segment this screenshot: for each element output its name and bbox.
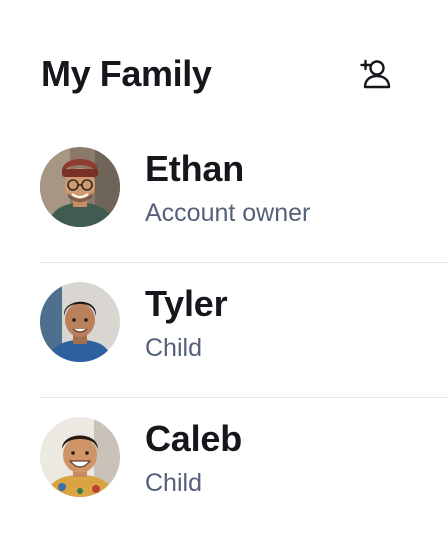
member-row-caleb[interactable]: Caleb Child (0, 398, 448, 533)
member-name: Ethan (145, 148, 245, 189)
avatar-tyler (40, 282, 120, 362)
avatar-ethan (40, 147, 120, 227)
family-member-list: Ethan Account owner Tyler Child Caleb Ch… (0, 128, 448, 533)
member-role: Account owner (145, 199, 311, 227)
avatar-caleb (40, 417, 120, 497)
add-family-member-button[interactable] (356, 54, 396, 94)
member-role: Child (145, 469, 202, 497)
page-header: My Family (0, 0, 448, 130)
page-title: My Family (41, 53, 212, 94)
member-row-ethan[interactable]: Ethan Account owner (0, 128, 448, 263)
member-name: Tyler (145, 283, 228, 324)
member-row-tyler[interactable]: Tyler Child (0, 263, 448, 398)
add-person-icon (360, 59, 391, 89)
member-name: Caleb (145, 418, 243, 459)
member-role: Child (145, 334, 202, 362)
